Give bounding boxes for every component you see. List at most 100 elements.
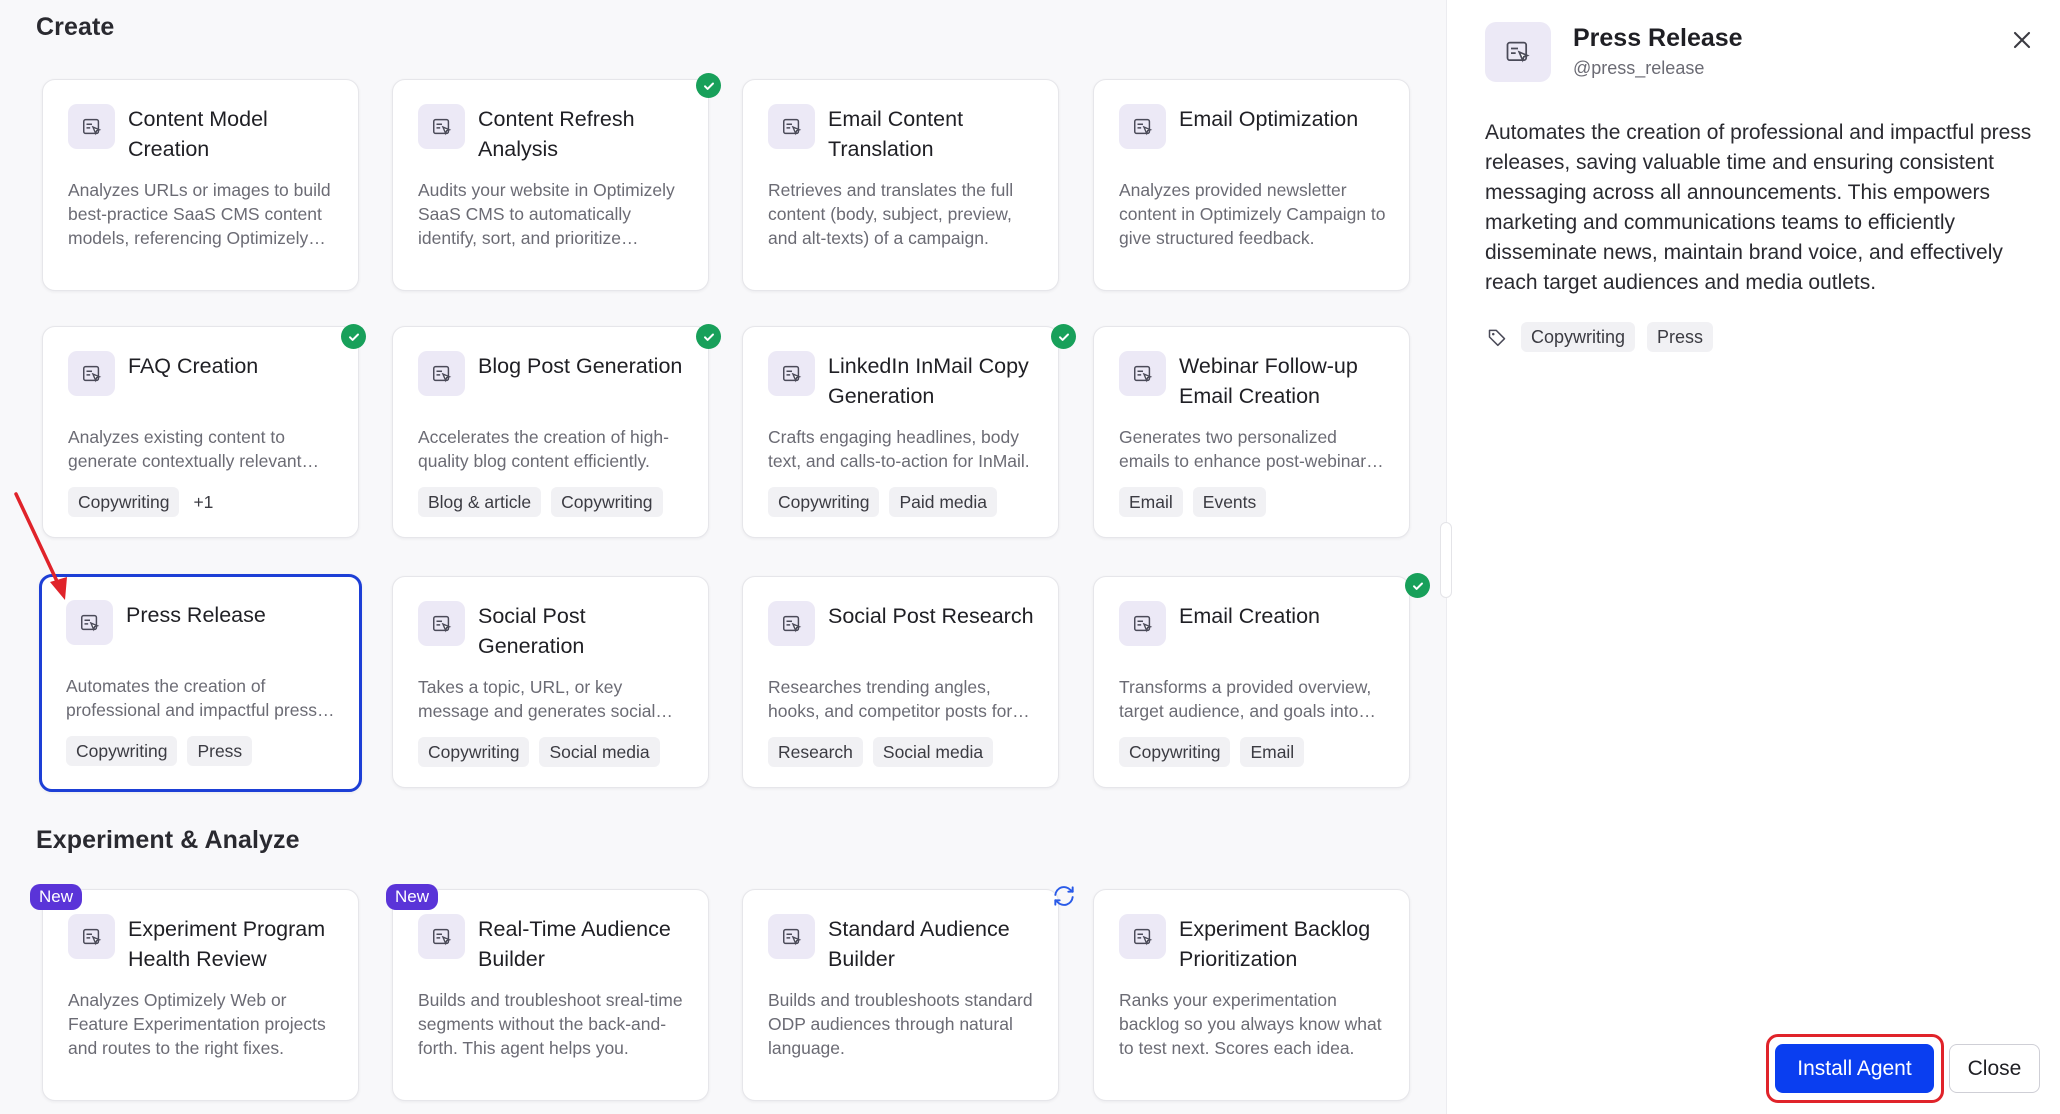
tag-icon <box>1485 325 1509 349</box>
tag: Blog & article <box>418 487 542 517</box>
installed-check-icon <box>1051 324 1076 349</box>
agent-icon <box>1485 22 1551 82</box>
panel-resize-handle[interactable] <box>1440 522 1452 598</box>
card-title: Social Post Research <box>828 604 1034 628</box>
agent-card-email-creation[interactable]: Email Creation Transforms a provided ove… <box>1093 576 1410 788</box>
card-description: Analyzes URLs or images to build best-pr… <box>68 180 331 248</box>
card-title: Blog Post Generation <box>478 354 683 378</box>
tag: Copywriting <box>1521 322 1636 352</box>
agent-icon <box>68 351 115 396</box>
close-button[interactable]: Close <box>1949 1044 2040 1093</box>
card-title: Social Post Generation <box>478 604 586 658</box>
agent-icon <box>1119 104 1166 149</box>
agent-icon <box>418 914 465 959</box>
tag: Copywriting <box>418 737 530 767</box>
agent-card-faq-creation[interactable]: FAQ Creation Analyzes existing content t… <box>42 326 359 538</box>
more-tags-count: +1 <box>193 492 214 512</box>
tag: Copywriting <box>1119 737 1231 767</box>
card-title: LinkedIn InMail Copy Generation <box>828 354 1029 408</box>
sync-icon <box>1051 883 1077 909</box>
agent-icon <box>418 601 465 646</box>
agent-catalog: Create Experiment & Analyze Content Mode… <box>0 0 1446 1114</box>
card-description: Analyzes existing content to generate co… <box>68 427 302 471</box>
card-description: Ranks your experimentation backlog so yo… <box>1119 990 1382 1058</box>
card-title: Experiment Backlog Prioritization <box>1179 917 1371 971</box>
panel-handle: @press_release <box>1573 58 1705 78</box>
installed-check-icon <box>696 73 721 98</box>
agent-icon <box>68 914 115 959</box>
tag: Email <box>1119 487 1183 517</box>
tag: Social media <box>539 737 660 767</box>
card-title: Real-Time Audience Builder <box>478 917 671 971</box>
card-title: Press Release <box>126 603 266 627</box>
card-description: Takes a topic, URL, or key message and g… <box>418 677 656 721</box>
section-title-experiment: Experiment & Analyze <box>36 826 300 854</box>
agent-card-social-post-generation[interactable]: Social Post Generation Takes a topic, UR… <box>392 576 709 788</box>
tag: Copywriting <box>68 487 180 517</box>
agent-icon <box>418 351 465 396</box>
card-description: Analyzes provided newsletter content in … <box>1119 180 1386 248</box>
agent-icon <box>768 351 815 396</box>
agent-card-standard-audience-builder[interactable]: Standard Audience Builder Builds and tro… <box>742 889 1059 1101</box>
agent-icon <box>1119 914 1166 959</box>
agent-card-experiment-backlog-prioritization[interactable]: Experiment Backlog Prioritization Ranks … <box>1093 889 1410 1101</box>
agent-card-content-refresh-analysis[interactable]: Content Refresh Analysis Audits your web… <box>392 79 709 291</box>
tag: Social media <box>872 737 994 767</box>
tag: Press <box>1647 322 1714 352</box>
panel-tag-list: Copywriting Press <box>1485 322 1714 352</box>
tag: Events <box>1192 487 1267 517</box>
new-badge: New <box>30 884 83 910</box>
agent-card-email-content-translation[interactable]: Email Content Translation Retrieves and … <box>742 79 1059 291</box>
card-title: Email Optimization <box>1179 107 1359 131</box>
tag-list: Copywriting Press <box>66 736 253 766</box>
panel-description: Automates the creation of professional a… <box>1485 121 2032 294</box>
tag: Copywriting <box>768 487 880 517</box>
agent-card-experiment-program-health-review[interactable]: Experiment Program Health Review Analyze… <box>42 889 359 1101</box>
agent-icon <box>68 104 115 149</box>
agent-icon <box>1119 601 1166 646</box>
card-description: Automates the creation of professional a… <box>66 676 317 720</box>
card-description: Builds and troubleshoots standard ODP au… <box>768 990 1033 1058</box>
tag: Paid media <box>889 487 997 517</box>
card-description: Generates two personalized emails to enh… <box>1119 427 1367 471</box>
installed-check-icon <box>696 324 721 349</box>
agent-card-real-time-audience-builder[interactable]: Real-Time Audience Builder Builds and tr… <box>392 889 709 1101</box>
installed-check-icon <box>1405 573 1430 598</box>
new-badge: New <box>386 884 439 910</box>
card-description: Transforms a provided overview, target a… <box>1119 677 1372 721</box>
tag: Copywriting <box>551 487 663 517</box>
card-description: Audits your website in Optimizely SaaS C… <box>418 180 675 248</box>
tag: Copywriting <box>66 736 178 766</box>
agent-card-email-optimization[interactable]: Email Optimization Analyzes provided new… <box>1093 79 1410 291</box>
card-title: Content Refresh Analysis <box>478 107 635 161</box>
annotation-arrow-icon <box>14 492 67 600</box>
close-icon[interactable] <box>2008 26 2036 54</box>
card-title: Webinar Follow-up Email Creation <box>1179 354 1358 408</box>
card-description: Builds and troubleshoot sreal-time segme… <box>418 990 683 1058</box>
card-description: Analyzes Optimizely Web or Feature Exper… <box>68 990 326 1058</box>
agent-icon <box>66 600 113 645</box>
panel-title: Press Release <box>1573 24 1743 52</box>
card-title: FAQ Creation <box>128 354 259 378</box>
agent-card-webinar-follow-up-email-creation[interactable]: Webinar Follow-up Email Creation Generat… <box>1093 326 1410 538</box>
install-agent-button[interactable]: Install Agent <box>1775 1044 1934 1093</box>
tag: Research <box>768 737 863 767</box>
agent-card-blog-post-generation[interactable]: Blog Post Generation Accelerates the cre… <box>392 326 709 538</box>
agent-card-content-model-creation[interactable]: Content Model Creation Analyzes URLs or … <box>42 79 359 291</box>
tag-list: Copywriting Social media <box>418 737 660 767</box>
card-description: Accelerates the creation of high-quality… <box>418 427 669 471</box>
agent-icon <box>768 104 815 149</box>
agent-icon <box>768 601 815 646</box>
card-description: Researches trending angles, hooks, and c… <box>768 677 1013 721</box>
tag: Press <box>187 736 253 766</box>
agent-icon <box>1119 351 1166 396</box>
card-title: Experiment Program Health Review <box>128 917 326 971</box>
agent-card-press-release[interactable]: Press Release Automates the creation of … <box>39 574 362 792</box>
card-title: Email Creation <box>1179 604 1320 628</box>
tag-list: Copywriting Email <box>1119 737 1305 767</box>
tag-list: Email Events <box>1119 487 1267 517</box>
agent-card-social-post-research[interactable]: Social Post Research Researches trending… <box>742 576 1059 788</box>
card-description: Crafts engaging headlines, body text, an… <box>768 427 1030 471</box>
agent-icon <box>768 914 815 959</box>
agent-card-linkedin-inmail-copy-generation[interactable]: LinkedIn InMail Copy Generation Crafts e… <box>742 326 1059 538</box>
